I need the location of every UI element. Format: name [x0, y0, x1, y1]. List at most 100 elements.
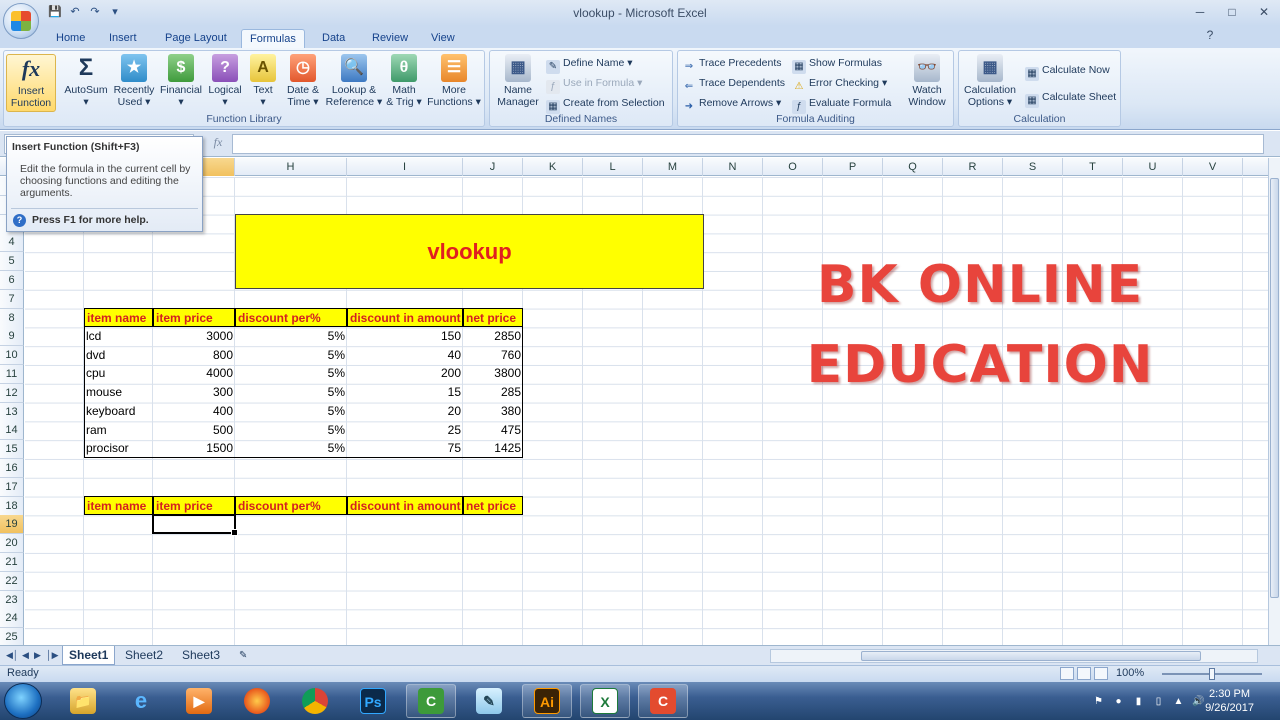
- notepad-icon[interactable]: ✎: [464, 684, 514, 718]
- tab-view[interactable]: View: [423, 29, 463, 48]
- zoom-level[interactable]: 100%: [1116, 667, 1144, 679]
- cell-item-price[interactable]: 400: [153, 402, 235, 421]
- cell-item-price[interactable]: 300: [153, 383, 235, 402]
- row-header-8[interactable]: 8: [0, 308, 24, 328]
- cell-discount-percent[interactable]: 5%: [235, 402, 347, 421]
- sheet-tab-sheet3[interactable]: Sheet3: [176, 646, 226, 665]
- page-layout-view-button[interactable]: [1077, 667, 1091, 680]
- row-header-10[interactable]: 10: [0, 346, 24, 366]
- zoom-slider[interactable]: [1162, 668, 1262, 680]
- active-cell[interactable]: [152, 514, 238, 536]
- trace-dependents-button[interactable]: ⇐ Trace Dependents: [682, 74, 785, 92]
- cell-discount-amount[interactable]: 20: [347, 402, 463, 421]
- cell-item-price[interactable]: 4000: [153, 364, 235, 383]
- cell-discount-percent[interactable]: 5%: [235, 421, 347, 440]
- header-discount-percent[interactable]: discount per%: [235, 308, 347, 327]
- cell-net-price[interactable]: 1425: [463, 439, 523, 458]
- formula-input[interactable]: [232, 134, 1264, 154]
- row-header-20[interactable]: 20: [0, 534, 24, 554]
- math-trig-button[interactable]: θ Math & Trig ▾: [379, 54, 429, 112]
- camtasia-icon[interactable]: C: [406, 684, 456, 718]
- cell-discount-amount[interactable]: 150: [347, 327, 463, 346]
- lookup-header-item-price[interactable]: item price: [153, 496, 235, 515]
- tab-formulas[interactable]: Formulas: [241, 29, 305, 48]
- cell-item-name[interactable]: procisor: [84, 439, 153, 458]
- column-header-v[interactable]: V: [1183, 158, 1243, 176]
- redo-icon[interactable]: ↷: [88, 5, 102, 19]
- column-header-m[interactable]: M: [643, 158, 703, 176]
- column-header-r[interactable]: R: [943, 158, 1003, 176]
- cell-discount-percent[interactable]: 5%: [235, 383, 347, 402]
- row-header-15[interactable]: 15: [0, 440, 24, 460]
- cell-item-name[interactable]: ram: [84, 421, 153, 440]
- calculate-now-button[interactable]: ▦ Calculate Now: [1025, 61, 1110, 81]
- more-functions-button[interactable]: ☰ More Functions ▾: [426, 54, 482, 112]
- cell-item-name[interactable]: keyboard: [84, 402, 153, 421]
- clock[interactable]: 2:30 PM 9/26/2017: [1205, 687, 1254, 715]
- column-header-t[interactable]: T: [1063, 158, 1123, 176]
- header-discount-amount[interactable]: discount in amount: [347, 308, 463, 327]
- row-header-4[interactable]: 4: [0, 233, 24, 253]
- row-header-14[interactable]: 14: [0, 421, 24, 441]
- tab-home[interactable]: Home: [48, 29, 93, 48]
- calculate-sheet-button[interactable]: ▦ Calculate Sheet: [1025, 88, 1116, 108]
- recently-used-button[interactable]: ★ Recently Used ▾: [109, 54, 159, 112]
- illustrator-icon[interactable]: Ai: [522, 684, 572, 718]
- row-header-21[interactable]: 21: [0, 553, 24, 572]
- vertical-scrollbar[interactable]: [1268, 158, 1280, 645]
- sheet-tab-sheet1[interactable]: Sheet1: [62, 646, 116, 665]
- row-header-12[interactable]: 12: [0, 383, 24, 403]
- cell-discount-percent[interactable]: 5%: [235, 364, 347, 383]
- cell-discount-amount[interactable]: 15: [347, 383, 463, 402]
- close-button[interactable]: ✕: [1252, 3, 1276, 21]
- row-header-17[interactable]: 17: [0, 477, 24, 497]
- row-header-16[interactable]: 16: [0, 459, 24, 478]
- cell-net-price[interactable]: 3800: [463, 364, 523, 383]
- cell-item-name[interactable]: mouse: [84, 383, 153, 402]
- insert-sheet-icon[interactable]: ✎: [233, 646, 253, 665]
- cell-item-name[interactable]: lcd: [84, 327, 153, 346]
- use-in-formula-button[interactable]: ƒ Use in Formula ▾: [546, 74, 642, 94]
- cell-item-price[interactable]: 3000: [153, 327, 235, 346]
- chrome-icon[interactable]: [290, 684, 340, 718]
- lookup-header-discount-percent[interactable]: discount per%: [235, 496, 347, 515]
- header-item-name[interactable]: item name: [84, 308, 153, 327]
- camtasia-recorder-icon[interactable]: C: [638, 684, 688, 718]
- column-header-h[interactable]: H: [235, 158, 347, 176]
- autosum-button[interactable]: Σ AutoSum ▾: [61, 54, 111, 112]
- vertical-scroll-thumb[interactable]: [1270, 178, 1279, 598]
- create-from-selection-button[interactable]: ▦ Create from Selection: [546, 94, 665, 114]
- tab-insert[interactable]: Insert: [101, 29, 145, 48]
- help-icon[interactable]: ?: [1198, 26, 1222, 44]
- volume-icon[interactable]: 🔊: [1192, 695, 1205, 708]
- insert-function-fx-icon[interactable]: fx: [210, 135, 226, 151]
- row-header-7[interactable]: 7: [0, 289, 24, 309]
- row-header-5[interactable]: 5: [0, 252, 24, 272]
- horizontal-scrollbar[interactable]: [770, 649, 1258, 663]
- cell-item-name[interactable]: cpu: [84, 364, 153, 383]
- calculation-options-button[interactable]: ▦ Calculation Options ▾: [962, 54, 1018, 112]
- last-sheet-icon[interactable]: │▶: [46, 650, 59, 661]
- evaluate-formula-button[interactable]: ƒ Evaluate Formula: [792, 94, 891, 114]
- cell-item-price[interactable]: 1500: [153, 439, 235, 458]
- insert-function-button[interactable]: fx Insert Function: [6, 54, 56, 112]
- first-sheet-icon[interactable]: ◀│: [6, 650, 19, 661]
- save-icon[interactable]: 💾: [48, 5, 62, 19]
- record-icon[interactable]: ●: [1112, 695, 1125, 708]
- name-manager-button[interactable]: ▦ Name Manager: [492, 54, 544, 112]
- row-header-24[interactable]: 24: [0, 609, 24, 629]
- photoshop-icon[interactable]: Ps: [348, 684, 398, 718]
- lookup-header-discount-amount[interactable]: discount in amount: [347, 496, 463, 515]
- row-header-6[interactable]: 6: [0, 271, 24, 290]
- cell-discount-amount[interactable]: 40: [347, 346, 463, 365]
- cell-net-price[interactable]: 380: [463, 402, 523, 421]
- column-header-j[interactable]: J: [463, 158, 523, 176]
- maximize-button[interactable]: □: [1220, 3, 1244, 21]
- column-header-i[interactable]: I: [347, 158, 463, 176]
- horizontal-scroll-thumb[interactable]: [861, 651, 1201, 661]
- excel-icon[interactable]: X: [580, 684, 630, 718]
- explorer-icon[interactable]: 📁: [58, 684, 108, 718]
- lookup-reference-button[interactable]: 🔍 Lookup & Reference ▾: [325, 54, 383, 112]
- remove-arrows-button[interactable]: ➜ Remove Arrows ▾: [682, 94, 782, 112]
- vlookup-banner[interactable]: vlookup: [235, 214, 704, 289]
